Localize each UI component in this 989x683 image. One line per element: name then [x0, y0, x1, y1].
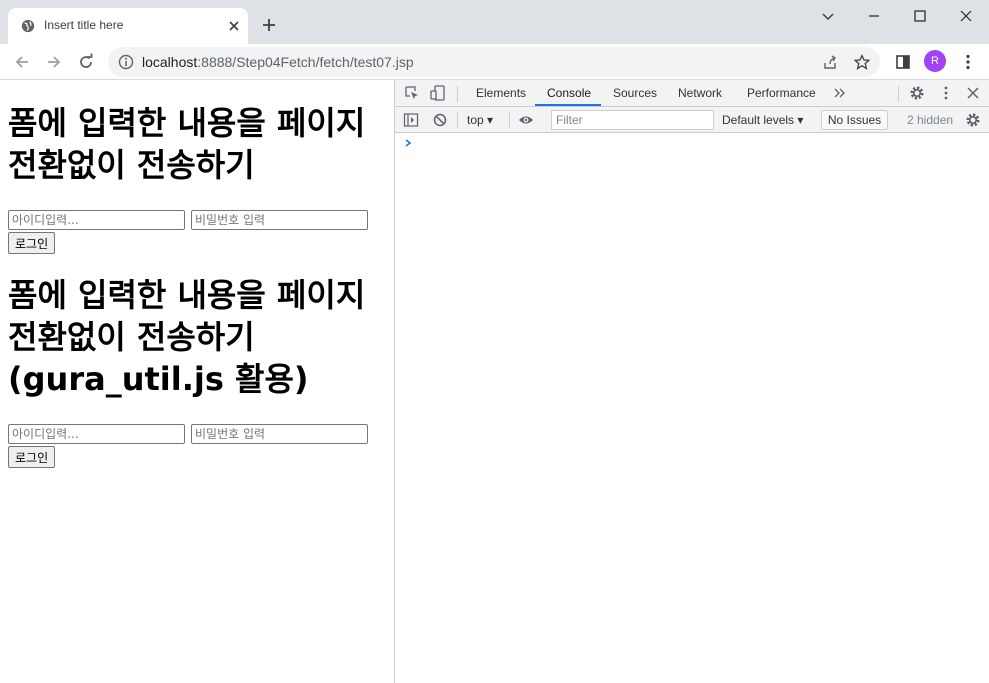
section2-password-input[interactable] [191, 424, 368, 444]
issues-button[interactable]: No Issues [821, 110, 888, 130]
hidden-messages-count: 2 hidden [907, 113, 954, 127]
section2-login-button[interactable]: 로그인 [8, 446, 56, 468]
devtools-separator [457, 112, 458, 128]
close-window-icon[interactable] [956, 6, 976, 26]
info-icon[interactable] [118, 54, 134, 70]
section1-password-input[interactable] [191, 210, 368, 230]
devtools-menu-icon[interactable] [938, 85, 954, 101]
context-label: top [467, 113, 484, 127]
settings-gear-icon[interactable] [909, 85, 925, 101]
section1-login-button[interactable]: 로그인 [8, 232, 56, 254]
reload-icon[interactable] [76, 52, 96, 72]
log-levels-label: Default levels [722, 113, 795, 127]
profile-avatar[interactable]: R [924, 50, 946, 72]
devtools-tab-bar: Elements Console Sources Network Perform… [395, 80, 989, 107]
section1-heading: 폼에 입력한 내용을 페이지 전환없이 전송하기 [8, 104, 366, 184]
browser-toolbar: localhost:8888/Step04Fetch/fetch/test07.… [0, 44, 989, 80]
more-menu-icon[interactable] [958, 52, 978, 72]
tab-console[interactable]: Console [547, 86, 591, 100]
tab-performance[interactable]: Performance [747, 86, 816, 100]
section2-id-input[interactable] [8, 424, 185, 444]
console-settings-gear-icon[interactable] [965, 112, 981, 128]
console-output[interactable] [395, 133, 989, 683]
browser-title-bar: Insert title here [0, 0, 989, 44]
tab-network[interactable]: Network [678, 86, 722, 100]
url-text[interactable]: localhost:8888/Step04Fetch/fetch/test07.… [142, 54, 414, 70]
more-tabs-chevron-icon[interactable] [832, 85, 848, 101]
section1-form [8, 210, 386, 230]
back-arrow-icon[interactable] [12, 52, 32, 72]
console-toolbar: top ▾ Filter Default levels ▾ No Issues … [395, 107, 989, 133]
clear-console-icon[interactable] [432, 112, 448, 128]
section2-heading: 폼에 입력한 내용을 페이지 전환없이 전송하기 (gura_util.js 활… [8, 276, 366, 398]
devtools-separator [898, 86, 899, 102]
tab-title: Insert title here [44, 18, 124, 32]
close-devtools-icon[interactable] [965, 85, 981, 101]
forward-arrow-icon[interactable] [44, 52, 64, 72]
active-tab-indicator [535, 104, 601, 106]
inspect-element-icon[interactable] [404, 85, 420, 101]
sidebar-toggle-icon[interactable] [403, 112, 419, 128]
globe-icon [21, 19, 35, 33]
console-prompt-chevron-icon [405, 139, 412, 147]
url-host: localhost [142, 54, 198, 70]
log-levels-dropdown[interactable]: Default levels ▾ [722, 113, 803, 127]
devtools-separator [457, 86, 458, 102]
maximize-icon[interactable] [910, 6, 930, 26]
browser-tab[interactable]: Insert title here [8, 8, 248, 44]
tab-elements[interactable]: Elements [476, 86, 526, 100]
page-viewport: 폼에 입력한 내용을 페이지 전환없이 전송하기 로그인 폼에 입력한 내용을 … [0, 80, 394, 683]
section2-form [8, 424, 386, 444]
close-tab-icon[interactable] [226, 18, 242, 34]
url-path: :8888/Step04Fetch/fetch/test07.jsp [197, 54, 414, 70]
context-select[interactable]: top ▾ [467, 113, 493, 127]
devtools-separator [509, 112, 510, 128]
address-bar[interactable]: localhost:8888/Step04Fetch/fetch/test07.… [108, 47, 880, 77]
console-filter-input[interactable]: Filter [551, 110, 714, 130]
section1-id-input[interactable] [8, 210, 185, 230]
devtools-panel: Elements Console Sources Network Perform… [394, 80, 989, 683]
minimize-icon[interactable] [864, 6, 884, 26]
new-tab-icon[interactable] [260, 16, 278, 34]
live-expression-eye-icon[interactable] [518, 112, 534, 128]
tab-search-chevron-icon[interactable] [818, 6, 838, 26]
share-icon[interactable] [822, 54, 838, 70]
device-toolbar-icon[interactable] [430, 85, 446, 101]
bookmark-star-icon[interactable] [854, 54, 870, 70]
tab-sources[interactable]: Sources [613, 86, 657, 100]
side-panel-icon[interactable] [893, 52, 913, 72]
